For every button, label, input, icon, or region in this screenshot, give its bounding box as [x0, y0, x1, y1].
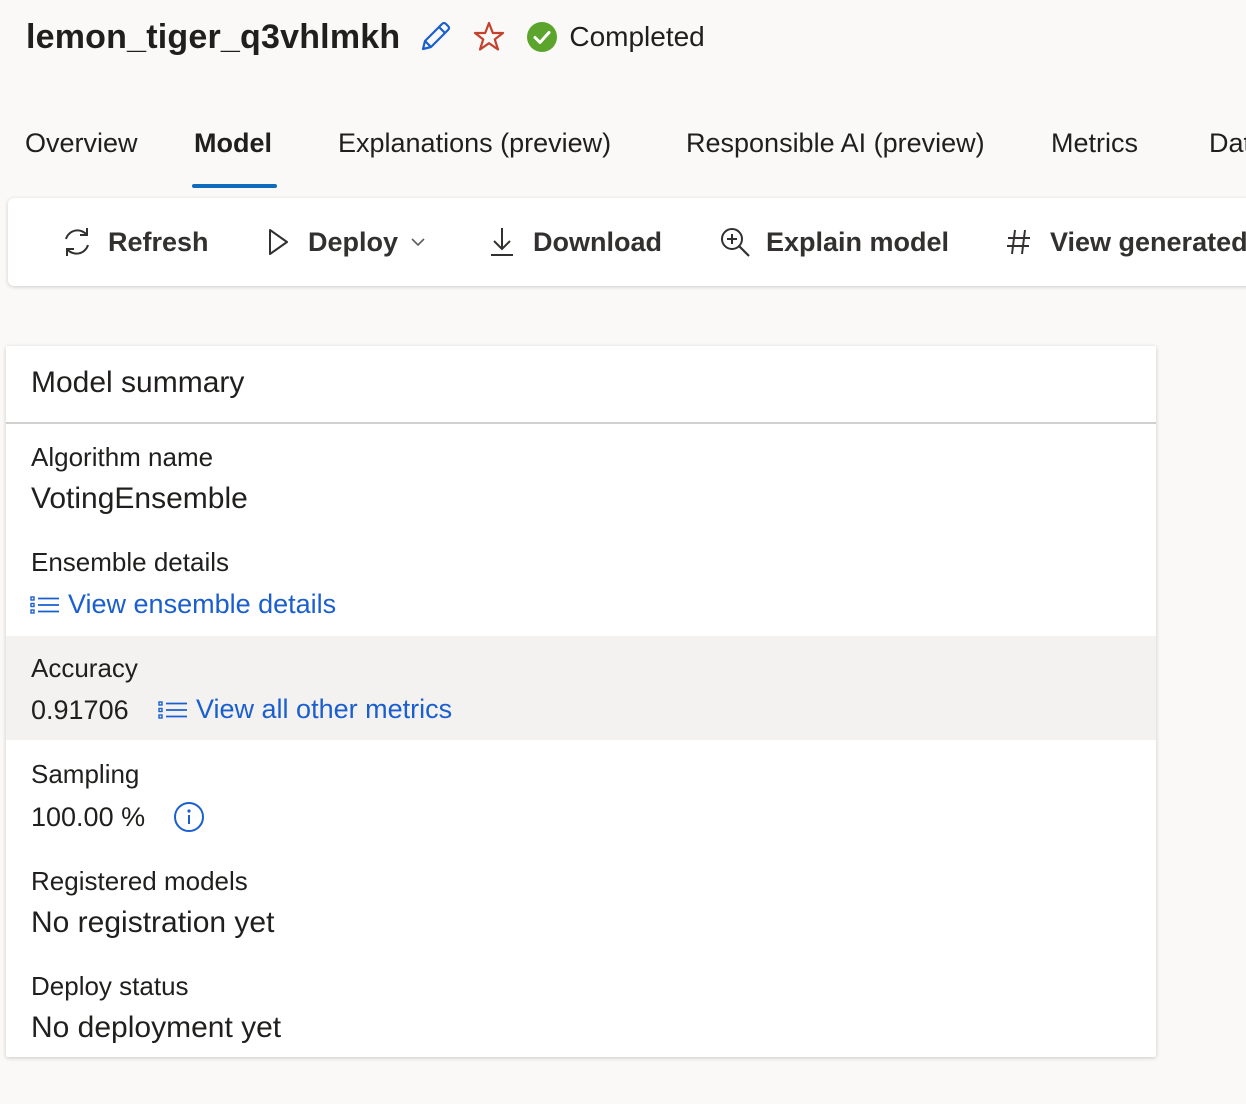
- tab-overview[interactable]: Overview: [25, 128, 138, 186]
- run-header: lemon_tiger_q3vhlmkh Completed: [26, 12, 705, 62]
- ensemble-details-label: Ensemble details: [31, 547, 229, 577]
- tab-explanations[interactable]: Explanations (preview): [338, 128, 611, 186]
- refresh-button[interactable]: Refresh: [60, 198, 209, 286]
- tab-data-transformation[interactable]: Data transformation (preview): [1209, 128, 1246, 186]
- active-tab-indicator: [192, 184, 277, 188]
- chevron-down-icon: [410, 234, 426, 250]
- bulleted-list-icon: [30, 593, 60, 617]
- bulleted-list-icon: [158, 698, 188, 722]
- explain-model-label: Explain model: [766, 226, 950, 257]
- explain-model-button[interactable]: Explain model: [718, 198, 949, 286]
- registered-models-value: No registration yet: [31, 906, 275, 939]
- view-generated-code-label: View generated code: [1050, 226, 1246, 257]
- deploy-status-value: No deployment yet: [31, 1011, 282, 1044]
- deploy-label: Deploy: [308, 226, 399, 257]
- view-all-other-metrics-text: View all other metrics: [196, 694, 453, 724]
- download-icon: [485, 225, 519, 259]
- zoom-in-icon: [718, 225, 752, 259]
- card-divider: [6, 422, 1156, 424]
- download-label: Download: [533, 226, 662, 257]
- tab-metrics[interactable]: Metrics: [1051, 128, 1138, 186]
- play-icon: [260, 225, 294, 259]
- model-summary-card: Model summary Algorithm name VotingEnsem…: [6, 346, 1156, 1057]
- view-ensemble-details-text: View ensemble details: [68, 589, 337, 619]
- info-icon[interactable]: [173, 801, 205, 833]
- star-outline-icon[interactable]: [472, 20, 506, 54]
- page: lemon_tiger_q3vhlmkh Completed Overview …: [0, 0, 1246, 1104]
- tab-bar: Overview Model Explanations (preview) Re…: [0, 118, 1246, 192]
- algorithm-name-label: Algorithm name: [31, 442, 214, 472]
- accuracy-label: Accuracy: [31, 653, 138, 683]
- download-button[interactable]: Download: [485, 198, 662, 286]
- sampling-value: 100.00 %: [31, 802, 146, 832]
- view-all-other-metrics-link[interactable]: View all other metrics: [158, 694, 452, 725]
- refresh-icon: [60, 225, 94, 259]
- card-title: Model summary: [31, 366, 245, 399]
- accuracy-value: 0.91706: [31, 695, 129, 725]
- view-generated-code-button[interactable]: View generated code: [1002, 198, 1246, 286]
- hashtag-icon: [1002, 225, 1036, 259]
- tab-model[interactable]: Model: [194, 128, 272, 186]
- tab-responsible-ai[interactable]: Responsible AI (preview): [686, 128, 985, 186]
- run-status: Completed: [526, 21, 705, 53]
- deploy-button[interactable]: Deploy: [260, 198, 426, 286]
- status-text: Completed: [569, 21, 705, 52]
- view-ensemble-details-link[interactable]: View ensemble details: [30, 589, 336, 620]
- deploy-status-label: Deploy status: [31, 971, 189, 1001]
- algorithm-name-value: VotingEnsemble: [31, 482, 248, 515]
- run-title: lemon_tiger_q3vhlmkh: [26, 17, 401, 56]
- pencil-icon[interactable]: [418, 20, 452, 54]
- command-bar: Refresh Deploy Download Explain model Vi…: [8, 198, 1246, 286]
- refresh-label: Refresh: [108, 226, 209, 257]
- check-circle-icon: [526, 21, 558, 53]
- sampling-label: Sampling: [31, 759, 140, 789]
- registered-models-label: Registered models: [31, 866, 248, 896]
